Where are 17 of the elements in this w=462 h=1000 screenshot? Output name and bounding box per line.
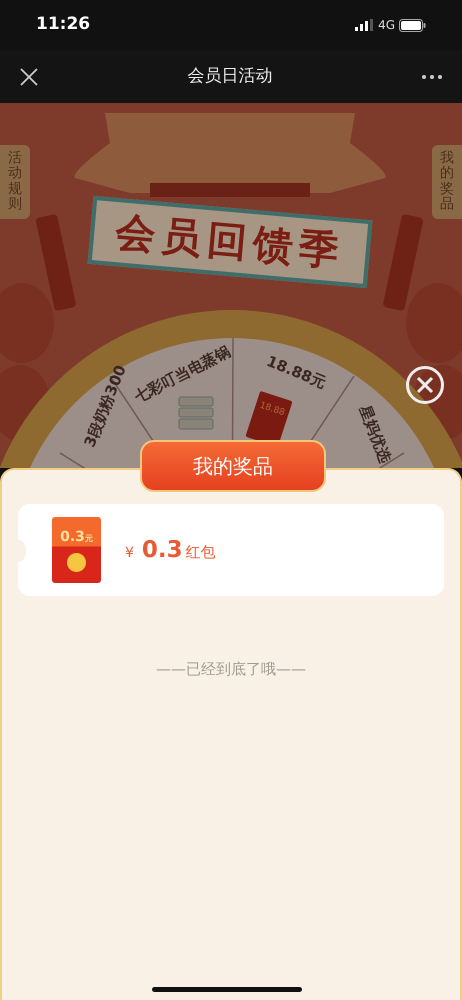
status-time: 11:26: [36, 13, 90, 36]
end-of-list-text: ——已经到底了哦——: [155, 659, 307, 680]
signal-icon: [355, 19, 374, 31]
envelope-thumbnail: 0.3元: [52, 517, 101, 583]
prize-label: 3段奶粉300: [80, 362, 131, 451]
panel-title: 我的奖品: [140, 440, 326, 492]
side-tab[interactable]: 活动规则: [0, 145, 30, 219]
banner-title: 会员回馈季: [88, 196, 372, 288]
prize-label: 七彩叮当电蒸锅: [130, 341, 234, 408]
more-icon[interactable]: [422, 74, 442, 78]
prize-amount: ¥ 0.3 红包: [125, 536, 216, 565]
close-icon[interactable]: [20, 68, 38, 86]
side-tab[interactable]: 我的奖品: [432, 145, 462, 219]
battery-icon: [399, 18, 426, 32]
prize-label: 星妈优选: [354, 402, 396, 466]
page-title: 会员日活动: [188, 64, 272, 88]
network-label: 4G: [378, 17, 395, 34]
